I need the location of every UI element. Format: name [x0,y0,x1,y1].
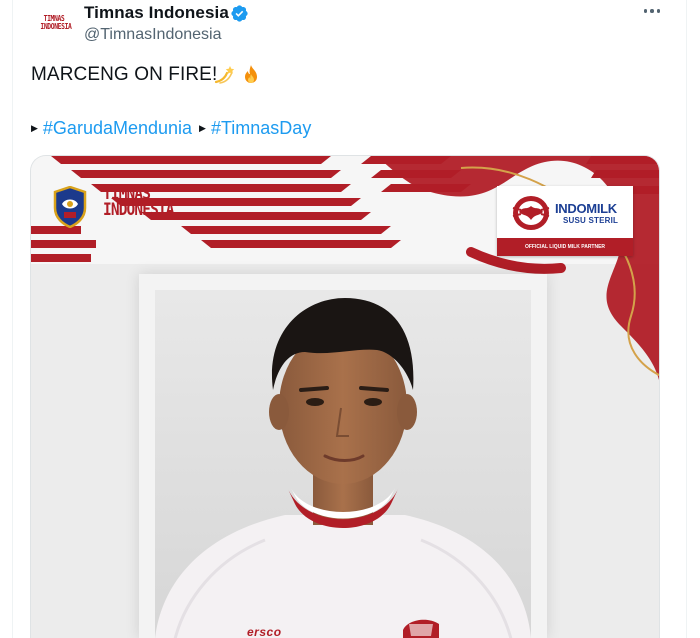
sponsor-panel: INDOMILK SUSU STERIL OFFICIAL LIQUID MIL… [497,186,633,256]
sponsor-main: INDOMILK SUSU STERIL [497,186,633,238]
fire-emoji-icon [245,65,257,83]
avatar[interactable]: TIMNAS INDONESIA [33,6,75,40]
hashtag-link[interactable]: #GarudaMendunia [43,118,192,139]
player-photo: ersco [155,290,531,638]
display-name[interactable]: Timnas Indonesia [84,3,229,23]
garuda-seal-icon [512,196,550,230]
more-options-icon[interactable] [640,2,664,20]
hashtag-link[interactable]: #TimnasDay [211,118,311,139]
user-handle[interactable]: @TimnasIndonesia [84,26,222,44]
sponsor-footer: OFFICIAL LIQUID MILK PARTNER [497,238,633,256]
player-figure [155,290,531,638]
verified-badge-icon [231,5,248,22]
tweet-media-image[interactable]: TIMNAS INDONESIA INDOMILK SUSU STERIL OF… [30,155,660,638]
dizzy-emoji-icon [214,66,235,84]
brand-wordmark-line2: INDONESIA [103,200,175,220]
pssi-logo-icon [53,186,87,228]
emoji-row [213,63,263,87]
brand-wordmark: TIMNAS INDONESIA [103,186,175,220]
avatar-label: TIMNAS INDONESIA [40,14,72,31]
tweet-text: MARCENG ON FIRE! [31,64,218,85]
jersey-brand-text: ersco [247,625,282,638]
bullet-icon: ▶ [199,123,206,133]
bullet-icon: ▶ [31,123,38,133]
hashtag-row: ▶ #GarudaMendunia ▶ #TimnasDay [31,118,318,139]
tweet[interactable]: TIMNAS INDONESIA Timnas Indonesia @Timna… [13,0,687,638]
sponsor-name: INDOMILK [555,201,617,216]
sponsor-subtitle: SUSU STERIL [563,216,619,225]
